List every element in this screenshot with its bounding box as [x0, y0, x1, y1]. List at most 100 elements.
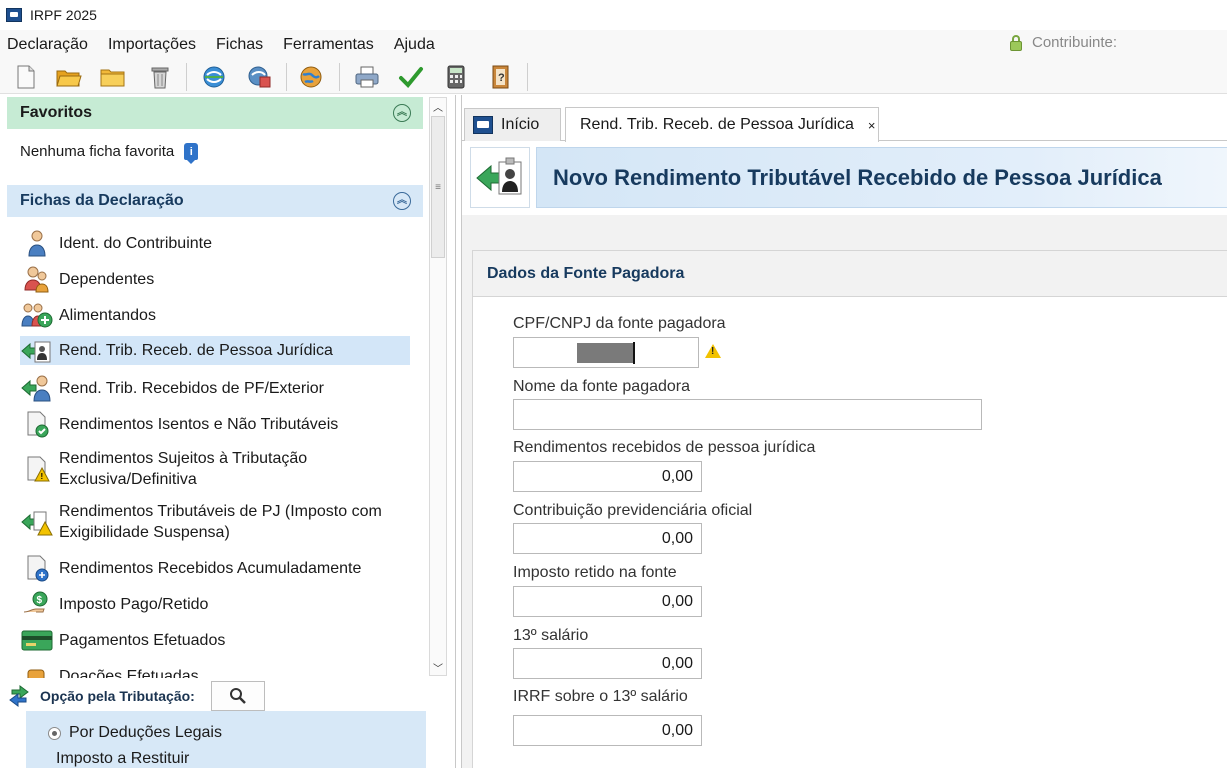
sidebar-item-label: Ident. do Contribuinte [59, 234, 212, 252]
fichas-header[interactable]: Fichas da Declaração ︽ [7, 185, 423, 217]
menu-ferramentas[interactable]: Ferramentas [283, 36, 374, 54]
sidebar-item-isentos[interactable]: Rendimentos Isentos e Não Tributáveis [20, 409, 410, 439]
rendimentos-label: Rendimentos recebidos de pessoa jurídica [513, 439, 816, 456]
globe-icon[interactable] [298, 64, 324, 90]
page-title: Novo Rendimento Tributável Recebido de P… [553, 164, 1162, 190]
app-icon [6, 8, 22, 22]
collapse-fichas-icon[interactable]: ︽ [393, 192, 411, 210]
payment-card-icon [20, 626, 54, 654]
sidebar-item-label: Rendimentos Tributáveis de PJ (Imposto c… [59, 503, 382, 541]
favoritos-title: Favoritos [20, 104, 93, 121]
imposto-retido-label: Imposto retido na fonte [513, 564, 677, 581]
contribuicao-input[interactable]: 0,00 [513, 523, 702, 554]
opcao-result-box: Por Deduções Legais Imposto a Restituir [26, 711, 426, 768]
warning-icon[interactable] [705, 344, 721, 358]
section-title: Dados da Fonte Pagadora [473, 251, 1227, 297]
info-icon[interactable]: i [184, 143, 199, 164]
scroll-down-icon[interactable]: ﹀ [430, 659, 446, 675]
fichas-scrollbar[interactable]: ︿ ≡ ﹀ [429, 97, 447, 676]
nome-fonte-input[interactable] [513, 399, 982, 430]
sidebar-item-acumuladamente[interactable]: Rendimentos Recebidos Acumuladamente [20, 553, 410, 583]
sidebar-item-ident-contribuinte[interactable]: Ident. do Contribuinte [20, 228, 410, 258]
sidebar-item-dependentes[interactable]: Dependentes [20, 264, 410, 294]
open-file-icon[interactable] [56, 64, 82, 90]
folder-icon[interactable] [100, 64, 126, 90]
lock-icon [1010, 34, 1022, 51]
menu-declaracao[interactable]: Declaração [7, 36, 88, 54]
income-pj-icon [20, 337, 54, 365]
tab-inicio[interactable]: Início [464, 108, 561, 141]
contribuicao-label: Contribuição previdenciária oficial [513, 502, 753, 519]
decimo-terceiro-label: 13º salário [513, 627, 589, 644]
receipt-icon[interactable] [246, 64, 272, 90]
panel-splitter[interactable] [455, 95, 462, 768]
transmit-icon[interactable] [201, 64, 227, 90]
accumulated-income-icon [20, 554, 54, 582]
help-book-icon[interactable]: ? [488, 64, 514, 90]
radio-icon[interactable] [48, 726, 61, 740]
sidebar-item-imposto-pago[interactable]: $ Imposto Pago/Retido [20, 589, 410, 619]
deducoes-legais-option[interactable]: Por Deduções Legais [48, 724, 222, 742]
exempt-income-icon [20, 410, 54, 438]
option-label: Por Deduções Legais [69, 724, 222, 741]
sidebar-item-pagamentos[interactable]: Pagamentos Efetuados [20, 625, 410, 655]
check-icon[interactable] [398, 64, 424, 90]
opcao-title: Opção pela Tributação: [40, 688, 195, 704]
menu-fichas[interactable]: Fichas [216, 36, 263, 54]
sidebar-item-suspensa[interactable]: Rendimentos Tributáveis de PJ (Imposto c… [20, 500, 410, 544]
redacted-value [577, 343, 633, 363]
tributacao-arrows-icon [8, 684, 32, 708]
rendimentos-input[interactable]: 0,00 [513, 461, 702, 492]
scroll-up-icon[interactable]: ︿ [430, 98, 446, 114]
print-icon[interactable] [354, 64, 380, 90]
svg-text:!: ! [41, 472, 44, 481]
form-area: Dados da Fonte Pagadora CPF/CNPJ da font… [462, 215, 1227, 768]
menu-ajuda[interactable]: Ajuda [394, 36, 435, 54]
sidebar-item-label: Rendimentos Recebidos Acumuladamente [59, 559, 362, 577]
sidebar-item-label: Dependentes [59, 270, 155, 288]
cpf-cnpj-input[interactable] [513, 337, 699, 368]
sidebar-item-doacoes[interactable]: Doações Efetuadas [20, 661, 410, 678]
window-title: IRPF 2025 [30, 7, 97, 23]
collapse-favoritos-icon[interactable]: ︽ [393, 104, 411, 122]
sidebar-item-label: Alimentandos [59, 306, 156, 324]
tab-inicio-label: Início [501, 116, 540, 133]
tab-rend-pj[interactable]: Rend. Trib. Receb. de Pessoa Jurídica × [565, 107, 879, 142]
cpf-cnpj-row [473, 337, 773, 368]
new-file-icon[interactable] [13, 64, 39, 90]
page-header: Novo Rendimento Tributável Recebido de P… [470, 147, 1227, 209]
main-content: Início Rend. Trib. Receb. de Pessoa Jurí… [462, 95, 1227, 768]
sidebar-item-rend-pf[interactable]: Rend. Trib. Recebidos de PF/Exterior [20, 373, 410, 403]
close-icon[interactable]: × [868, 118, 876, 133]
tab-bar: Início Rend. Trib. Receb. de Pessoa Jurí… [462, 95, 1227, 142]
income-pf-icon [20, 374, 54, 402]
left-panel: Favoritos ︽ Nenhuma ficha favorita i Fic… [0, 95, 455, 768]
contribuinte-indicator: Contribuinte: [1010, 34, 1117, 51]
sidebar-item-label: Pagamentos Efetuados [59, 631, 226, 649]
search-tributacao-button[interactable] [211, 681, 265, 711]
decimo-terceiro-input[interactable]: 0,00 [513, 648, 702, 679]
calculator-icon[interactable] [443, 64, 469, 90]
exclusive-tax-icon: ! [20, 455, 54, 483]
irrf-decimo-input[interactable]: 0,00 [513, 715, 702, 746]
home-receita-icon [473, 116, 493, 134]
scroll-thumb[interactable]: ≡ [431, 116, 445, 258]
sidebar-item-rend-pj[interactable]: Rend. Trib. Receb. de Pessoa Jurídica [20, 336, 410, 365]
search-icon [230, 688, 246, 704]
fonte-pagadora-card: Dados da Fonte Pagadora CPF/CNPJ da font… [472, 250, 1227, 768]
sidebar-item-alimentandos[interactable]: Alimentandos [20, 300, 410, 330]
svg-text:?: ? [498, 72, 505, 84]
imposto-restituir-label: Imposto a Restituir [56, 750, 190, 767]
sidebar-item-label: Imposto Pago/Retido [59, 595, 209, 613]
toolbar: ? [0, 60, 1227, 94]
favoritos-header[interactable]: Favoritos ︽ [7, 97, 423, 129]
suspended-tax-icon [20, 508, 54, 536]
person-icon [20, 229, 54, 257]
trash-icon[interactable] [147, 64, 173, 90]
imposto-retido-input[interactable]: 0,00 [513, 586, 702, 617]
menu-importacoes[interactable]: Importações [108, 36, 196, 54]
fichas-title: Fichas da Declaração [20, 192, 184, 209]
title-bar: IRPF 2025 [0, 0, 1227, 30]
tax-paid-icon: $ [20, 590, 54, 618]
sidebar-item-exclusiva[interactable]: ! Rendimentos Sujeitos à Tributação Excl… [20, 447, 410, 491]
